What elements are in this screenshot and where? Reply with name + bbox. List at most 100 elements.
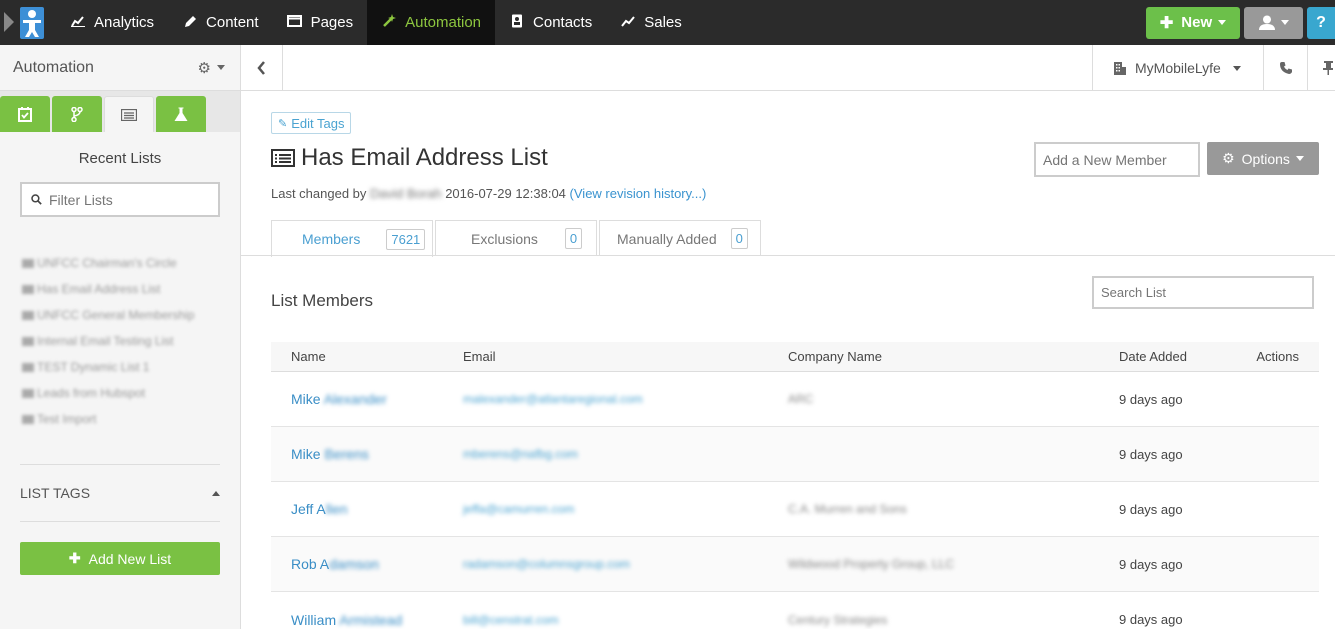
tab-exclusions[interactable]: Exclusions 0: [435, 220, 597, 256]
tab-checklist[interactable]: [0, 96, 50, 132]
tab-workflows[interactable]: [52, 96, 102, 132]
chart-icon: [70, 15, 86, 30]
nav-content[interactable]: Content: [168, 0, 273, 45]
recent-list-item[interactable]: UNFCC Chairman's Circle: [22, 250, 240, 276]
nav-sales[interactable]: Sales: [606, 0, 696, 45]
tab-manually-added-count: 0: [730, 228, 748, 249]
recent-list-item[interactable]: Internal Email Testing List: [22, 328, 240, 354]
members-table: Name Email Company Name Date Added Actio…: [271, 342, 1319, 629]
tab-members[interactable]: Members 7621: [271, 220, 433, 257]
recent-list-item[interactable]: Has Email Address List: [22, 276, 240, 302]
nav-contacts[interactable]: Contacts: [495, 0, 606, 45]
nav-pages-label: Pages: [310, 14, 354, 31]
nav-automation[interactable]: Automation: [367, 0, 496, 45]
recent-list-item[interactable]: TEST Dynamic List 1: [22, 354, 240, 380]
filter-lists-box[interactable]: [20, 182, 220, 217]
magic-wand-icon: [381, 14, 397, 31]
list-tags-toggle[interactable]: LIST TAGS: [20, 465, 220, 521]
list-icon: [271, 149, 295, 167]
member-name-link[interactable]: Rob Adamson: [271, 556, 463, 572]
member-date-added: 9 days ago: [1119, 612, 1183, 627]
list-tabs: Members 7621 Exclusions 0 Manually Added…: [271, 220, 763, 257]
user-menu-button[interactable]: [1244, 6, 1303, 39]
nav-analytics-label: Analytics: [94, 14, 155, 31]
address-book-icon: [509, 14, 525, 31]
member-email-link[interactable]: malexander@atlantaregional.com: [463, 392, 788, 406]
member-name-link[interactable]: Jeff Allen: [271, 501, 463, 517]
tab-exclusions-label: Exclusions: [471, 230, 538, 247]
column-header-name[interactable]: Name: [271, 349, 463, 364]
member-company: ARC: [788, 392, 814, 406]
member-email-link[interactable]: mberens@nafbg.com: [463, 447, 788, 461]
table-row: William Armistead bill@censtrat.com Cent…: [271, 592, 1319, 629]
last-changed-time: 2016-07-29 12:38:04: [445, 186, 566, 201]
add-member-input[interactable]: [1034, 142, 1200, 177]
tab-experiments[interactable]: [156, 96, 206, 132]
recent-lists: UNFCC Chairman's Circle Has Email Addres…: [22, 250, 240, 432]
member-name-link[interactable]: William Armistead: [271, 612, 463, 628]
logo-figure-icon: [20, 6, 44, 39]
search-list-input[interactable]: [1092, 276, 1314, 309]
options-label: Options: [1241, 150, 1290, 167]
member-email-link[interactable]: bill@censtrat.com: [463, 613, 788, 627]
column-header-date-added[interactable]: Date Added: [1119, 349, 1229, 364]
tab-lists[interactable]: [104, 96, 154, 132]
caret-down-icon: [1280, 20, 1289, 25]
sidebar: Automation ⚙ Recent Lists UNFCC Chairman…: [0, 45, 241, 629]
chevron-left-icon: [257, 61, 265, 75]
calendar-check-icon: [18, 106, 32, 122]
filter-lists-input[interactable]: [49, 191, 209, 208]
back-button[interactable]: [241, 45, 283, 91]
gear-icon: ⚙: [1222, 150, 1235, 166]
table-header: Name Email Company Name Date Added Actio…: [271, 342, 1319, 372]
nav-analytics[interactable]: Analytics: [56, 0, 168, 45]
add-new-list-button[interactable]: ✚ Add New List: [20, 542, 220, 575]
sidebar-settings-button[interactable]: ⚙: [198, 59, 227, 77]
user-icon: [1258, 15, 1275, 30]
sidebar-title: Automation: [13, 58, 94, 76]
tabs-baseline: [241, 255, 1335, 256]
member-name-link[interactable]: Mike Alexander: [271, 391, 463, 407]
collapse-arrow-icon: [4, 12, 14, 32]
recent-list-item[interactable]: Test Import: [22, 406, 240, 432]
help-button[interactable]: ?: [1307, 6, 1335, 39]
caret-down-icon: [1218, 20, 1227, 25]
caret-down-icon: [1232, 65, 1241, 71]
member-email-link[interactable]: jeffa@camurren.com: [463, 502, 788, 516]
options-button[interactable]: ⚙ Options: [1207, 142, 1319, 175]
pin-button[interactable]: [1307, 45, 1335, 91]
nav-contacts-label: Contacts: [533, 14, 593, 31]
app-logo[interactable]: [0, 0, 56, 45]
phone-button[interactable]: [1263, 45, 1307, 91]
phone-icon: [1279, 62, 1292, 74]
last-changed-user: David Borah: [370, 186, 442, 201]
flask-icon: [174, 107, 188, 121]
revision-history-link[interactable]: (View revision history...): [570, 186, 707, 201]
building-icon: [1114, 62, 1126, 75]
trend-icon: [620, 15, 636, 30]
new-button-label: New: [1181, 14, 1213, 31]
nav-pages[interactable]: Pages: [273, 0, 368, 45]
table-row: Mike Berens mberens@nafbg.com 9 days ago: [271, 427, 1319, 482]
list-icon: [121, 108, 137, 121]
column-header-company[interactable]: Company Name: [788, 349, 1119, 364]
edit-icon: ✎: [278, 117, 288, 130]
member-email-link[interactable]: radamson@columnsgroup.com: [463, 557, 788, 571]
member-name-link[interactable]: Mike Berens: [271, 446, 463, 462]
sidebar-header: Automation ⚙: [0, 45, 240, 91]
recent-list-item[interactable]: Leads from Hubspot: [22, 380, 240, 406]
nav-sales-label: Sales: [644, 14, 682, 31]
divider: [20, 521, 220, 522]
list-tags-label: LIST TAGS: [20, 485, 91, 501]
main-content: ✎ Edit Tags Has Email Address List Last …: [241, 92, 1335, 629]
new-button[interactable]: ✚ New: [1146, 6, 1240, 39]
company-selector[interactable]: MyMobileLyfe: [1092, 45, 1263, 91]
tab-manually-added[interactable]: Manually Added 0: [599, 220, 761, 256]
recent-list-item[interactable]: UNFCC General Membership: [22, 302, 240, 328]
top-navbar: Analytics Content Pages Automation Conta…: [0, 0, 1335, 45]
member-date-added: 9 days ago: [1119, 446, 1183, 462]
edit-tags-button[interactable]: ✎ Edit Tags: [271, 112, 352, 134]
recent-lists-title: Recent Lists: [78, 150, 162, 167]
caret-down-icon: [217, 65, 225, 70]
column-header-email[interactable]: Email: [463, 349, 788, 364]
